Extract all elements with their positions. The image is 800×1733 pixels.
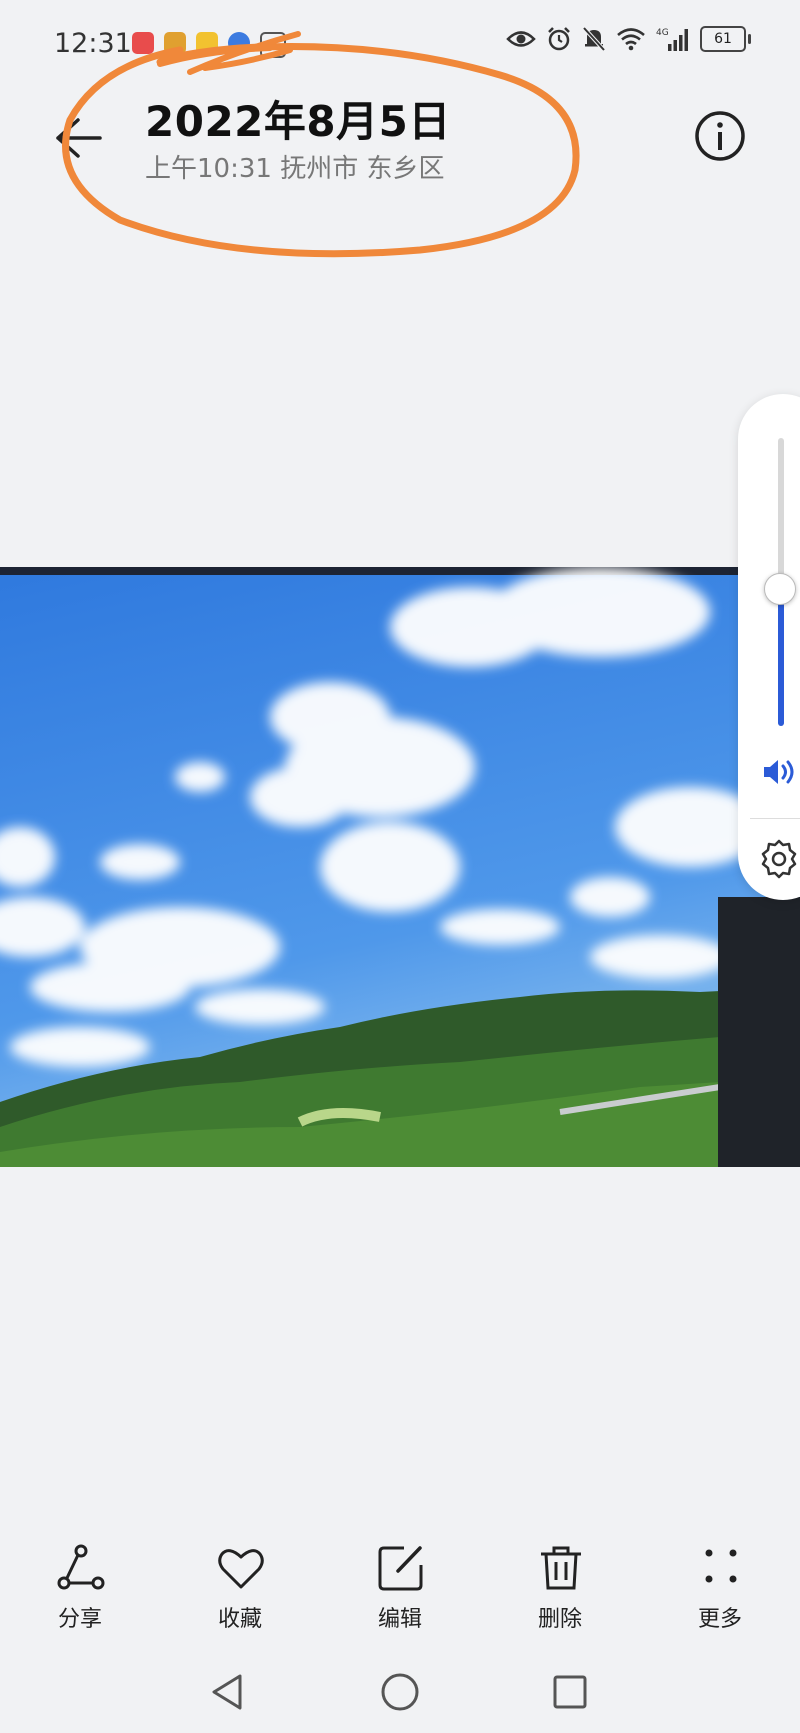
more-button[interactable]: 更多 (660, 1535, 780, 1655)
volume-slider-handle[interactable] (764, 573, 796, 605)
speaker-icon[interactable] (760, 756, 800, 788)
trash-icon (541, 1546, 581, 1590)
more-icon (705, 1549, 737, 1583)
battery-indicator: 61 (700, 26, 751, 52)
nav-home-button[interactable] (372, 1664, 428, 1720)
status-bar: 12:31 4G 61 (0, 0, 800, 90)
silent-bell-icon (582, 26, 606, 52)
heart-icon (218, 1549, 264, 1589)
edit-label: 编辑 (377, 1607, 422, 1632)
volume-panel (738, 394, 800, 900)
favorite-label: 收藏 (217, 1607, 262, 1632)
circle-home-icon (381, 1673, 419, 1711)
info-icon (695, 111, 745, 161)
battery-cap (748, 34, 751, 44)
photo-toolbar: 分享 收藏 编辑 删除 更多 (0, 1535, 800, 1655)
nav-back-button[interactable] (200, 1664, 256, 1720)
notification-icons (132, 32, 286, 58)
square-recents-icon (553, 1675, 587, 1709)
volume-slider-fill (778, 588, 784, 726)
eye-icon (506, 31, 536, 47)
alarm-icon (548, 27, 570, 51)
edit-button[interactable]: 编辑 (340, 1535, 460, 1655)
favorite-button[interactable]: 收藏 (180, 1535, 300, 1655)
network-type-label: 4G (656, 28, 669, 38)
share-icon (57, 1544, 105, 1590)
wifi-icon (617, 28, 645, 51)
cellular-signal-icon: 4G (656, 28, 688, 51)
system-navigation-bar (0, 1650, 800, 1733)
share-button[interactable]: 分享 (20, 1535, 140, 1655)
info-button[interactable] (694, 110, 746, 162)
photo-image[interactable] (0, 567, 800, 1167)
gear-icon[interactable] (758, 838, 800, 880)
app-notification-icon (260, 32, 286, 58)
more-label: 更多 (697, 1607, 742, 1632)
app-notification-icon (132, 32, 154, 54)
nav-recents-button[interactable] (542, 1664, 598, 1720)
back-button[interactable] (50, 108, 110, 168)
photo-date-title: 2022年8月5日 (145, 97, 451, 146)
triangle-back-icon (212, 1674, 242, 1710)
app-notification-icon (228, 32, 250, 54)
photo-time-location: 上午10:31 抚州市 东乡区 (145, 154, 445, 184)
app-notification-icon (196, 32, 218, 54)
arrow-left-icon (56, 118, 102, 158)
delete-button[interactable]: 删除 (500, 1535, 620, 1655)
edit-icon (378, 1546, 423, 1591)
battery-level: 61 (714, 31, 732, 47)
delete-label: 删除 (537, 1607, 582, 1632)
share-label: 分享 (57, 1607, 102, 1632)
status-time: 12:31 (54, 28, 132, 59)
app-notification-icon (164, 32, 186, 54)
volume-panel-divider (750, 818, 800, 819)
system-icons: 4G 61 (506, 26, 751, 52)
